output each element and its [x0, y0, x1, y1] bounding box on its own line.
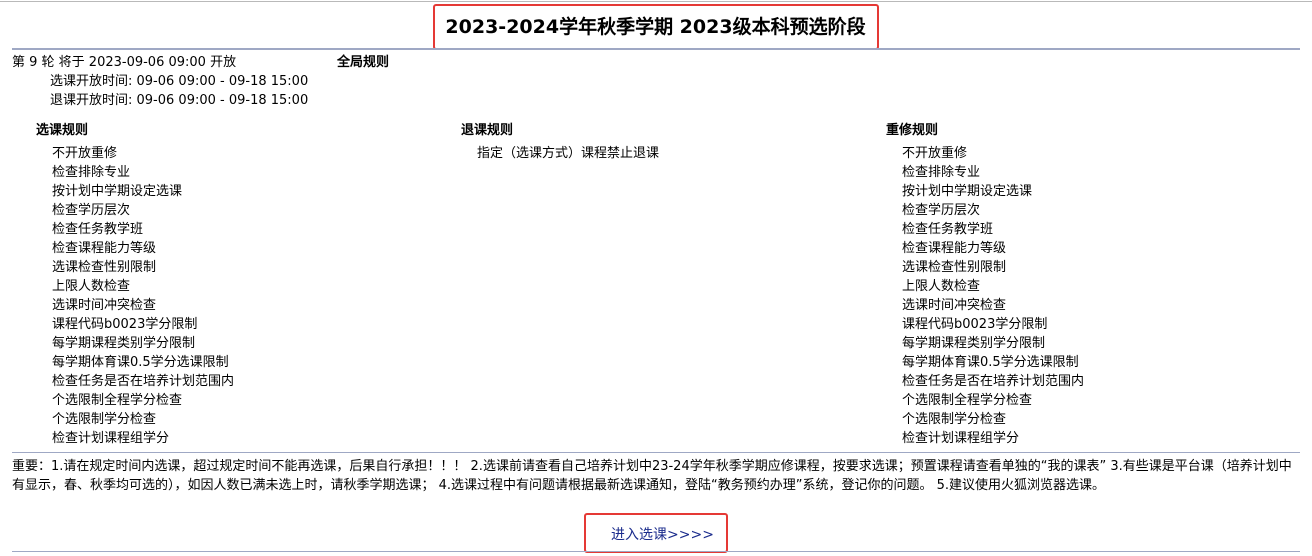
drop-open-time: 退课开放时间: 09-06 09:00 - 09-18 15:00 — [50, 93, 309, 108]
select-rule-item: 检查排除专业 — [52, 165, 131, 180]
retake-rule-item: 选课检查性别限制 — [902, 260, 1007, 275]
select-rule-item: 课程代码b0023学分限制 — [52, 317, 198, 332]
important-notice: 重要：1.请在规定时间内选课，超过规定时间不能再选课，后果自行承担！！！ 2.选… — [12, 459, 1292, 493]
drop-rules-title: 退课规则 — [461, 123, 514, 138]
select-rules-title: 选课规则 — [36, 123, 89, 138]
round-info: 第 9 轮 将于 2023-09-06 09:00 开放 选课开放时间: 09-… — [12, 53, 308, 110]
retake-rule-item: 检查计划课程组学分 — [902, 431, 1020, 446]
retake-rules-title: 重修规则 — [886, 123, 939, 138]
retake-rule-item: 个选限制学分检查 — [902, 412, 1007, 427]
select-rule-item: 个选限制全程学分检查 — [52, 393, 183, 408]
select-rule-item: 检查课程能力等级 — [52, 241, 157, 256]
select-rule-item: 不开放重修 — [52, 146, 118, 161]
select-rules-column: 选课规则 不开放重修 检查排除专业 按计划中学期设定选课 检查学历层次 检查任务… — [36, 121, 234, 448]
top-divider — [0, 1, 1312, 2]
enter-area: 进入选课>>>> — [0, 513, 1312, 553]
retake-rule-item: 每学期体育课0.5学分选课限制 — [902, 355, 1079, 370]
enter-course-selection-link[interactable]: 进入选课>>>> — [584, 513, 728, 553]
select-rule-item: 上限人数检查 — [52, 279, 131, 294]
retake-rule-item: 按计划中学期设定选课 — [902, 184, 1033, 199]
retake-rule-item: 不开放重修 — [902, 146, 968, 161]
retake-rule-item: 检查排除专业 — [902, 165, 981, 180]
round-open-time: 第 9 轮 将于 2023-09-06 09:00 开放 — [12, 55, 237, 70]
global-rules-heading: 全局规则 — [337, 55, 390, 70]
select-rule-item: 检查学历层次 — [52, 203, 131, 218]
select-rule-item: 检查任务教学班 — [52, 222, 144, 237]
bottom-divider — [12, 551, 1300, 552]
select-rule-item: 选课时间冲突检查 — [52, 298, 157, 313]
page-title: 2023-2024学年秋季学期 2023级本科预选阶段 — [433, 4, 879, 50]
drop-rules-column: 退课规则 指定（选课方式）课程禁止退课 — [461, 121, 659, 163]
select-rule-item: 按计划中学期设定选课 — [52, 184, 183, 199]
title-divider — [12, 48, 1300, 50]
retake-rule-item: 选课时间冲突检查 — [902, 298, 1007, 313]
retake-rule-item: 检查任务教学班 — [902, 222, 994, 237]
retake-rule-item: 检查课程能力等级 — [902, 241, 1007, 256]
select-rule-item: 选课检查性别限制 — [52, 260, 157, 275]
retake-rule-item: 上限人数检查 — [902, 279, 981, 294]
retake-rules-column: 重修规则 不开放重修 检查排除专业 按计划中学期设定选课 检查学历层次 检查任务… — [886, 121, 1084, 448]
retake-rule-item: 检查任务是否在培养计划范围内 — [902, 374, 1085, 389]
select-open-time: 选课开放时间: 09-06 09:00 - 09-18 15:00 — [50, 74, 309, 89]
retake-rule-item: 每学期课程类别学分限制 — [902, 336, 1046, 351]
select-rule-item: 个选限制学分检查 — [52, 412, 157, 427]
notice-divider — [12, 452, 1300, 453]
retake-rule-item: 个选限制全程学分检查 — [902, 393, 1033, 408]
retake-rule-item: 课程代码b0023学分限制 — [902, 317, 1048, 332]
select-rule-item: 检查任务是否在培养计划范围内 — [52, 374, 235, 389]
select-rule-item: 检查计划课程组学分 — [52, 431, 170, 446]
select-rule-item: 每学期体育课0.5学分选课限制 — [52, 355, 229, 370]
select-rule-item: 每学期课程类别学分限制 — [52, 336, 196, 351]
page-header: 2023-2024学年秋季学期 2023级本科预选阶段 — [0, 4, 1312, 50]
retake-rule-item: 检查学历层次 — [902, 203, 981, 218]
drop-rule-item: 指定（选课方式）课程禁止退课 — [477, 146, 660, 161]
